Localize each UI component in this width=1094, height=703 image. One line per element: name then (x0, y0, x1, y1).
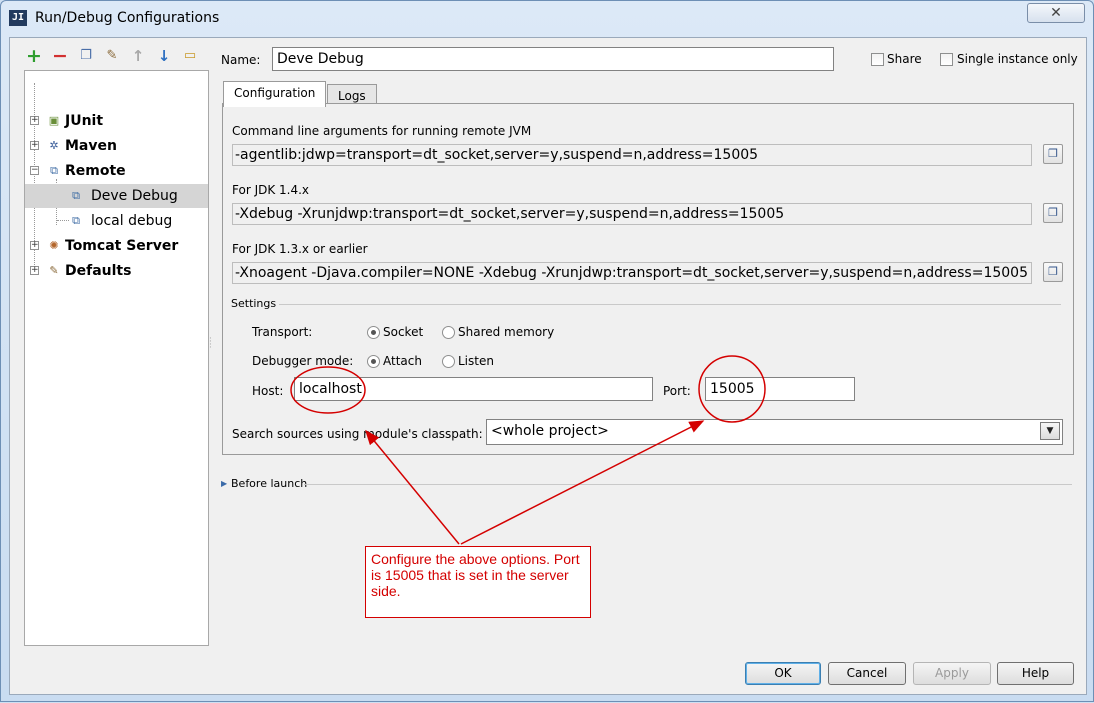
single-instance-checkbox[interactable] (940, 53, 953, 66)
copy-icon[interactable]: ❐ (76, 46, 96, 66)
tree-item-label: Remote (65, 163, 126, 179)
tree-item-label: local debug (91, 213, 173, 229)
settings-label: Settings (231, 297, 277, 310)
tree-item-label: Deve Debug (91, 188, 178, 204)
maven-gear-icon: ✲ (49, 139, 59, 152)
jdk13-field[interactable]: -Xnoagent -Djava.compiler=NONE -Xdebug -… (232, 262, 1032, 284)
splitter-handle[interactable]: · · · · (209, 335, 213, 353)
folder-icon[interactable]: ▭ (180, 46, 200, 66)
intellij-app-icon: JI (9, 10, 27, 26)
tree-item-deve-debug[interactable]: ⧉ Deve Debug (25, 184, 208, 208)
help-button[interactable]: Help (997, 662, 1074, 685)
dialog-client: + − ❐ ✎ ↑ ↓ ▭ + ▣ JUnit + ✲ Maven − ⧉ Re… (9, 37, 1087, 695)
expand-arrow-icon[interactable]: ▶ (221, 479, 227, 488)
wrench-icon: ✎ (49, 264, 59, 277)
jdk14-label: For JDK 1.4.x (232, 183, 310, 197)
name-input[interactable]: Deve Debug (272, 47, 834, 71)
jdk13-label: For JDK 1.3.x or earlier (232, 242, 368, 256)
remote-config-icon: ⧉ (72, 214, 80, 227)
host-label: Host: (252, 384, 284, 398)
copy-icon[interactable]: ❐ (1043, 262, 1063, 282)
tree-item-maven[interactable]: + ✲ Maven (25, 134, 208, 158)
chevron-down-icon[interactable]: ▼ (1040, 422, 1060, 440)
debugger-mode-label: Debugger mode: (252, 354, 354, 368)
host-input[interactable]: localhost (294, 377, 653, 401)
expand-icon[interactable]: + (30, 141, 39, 150)
transport-socket-radio[interactable] (367, 326, 380, 339)
add-icon[interactable]: + (24, 46, 44, 66)
tab-configuration[interactable]: Configuration (223, 81, 327, 107)
transport-socket-label: Socket (383, 325, 424, 339)
tree-item-local-debug[interactable]: ⧉ local debug (25, 209, 208, 233)
remote-icon: ⧉ (50, 164, 58, 177)
settings-separator (279, 304, 1061, 305)
before-launch-label[interactable]: Before launch (231, 477, 307, 490)
classpath-select[interactable]: <whole project> ▼ (486, 419, 1063, 445)
dialog-window: JI Run/Debug Configurations ✕ + − ❐ ✎ ↑ … (0, 0, 1094, 702)
expand-icon[interactable]: + (30, 241, 39, 250)
expand-icon[interactable]: + (30, 116, 39, 125)
title-bar: JI Run/Debug Configurations ✕ (1, 1, 1093, 37)
tree-item-defaults[interactable]: + ✎ Defaults (25, 259, 208, 283)
configuration-tree[interactable]: + ▣ JUnit + ✲ Maven − ⧉ Remote ⧉ Deve De… (24, 70, 209, 646)
cancel-button[interactable]: Cancel (828, 662, 906, 685)
window-title: Run/Debug Configurations (35, 10, 220, 26)
close-button[interactable]: ✕ (1027, 3, 1085, 23)
collapse-icon[interactable]: − (30, 166, 39, 175)
cmdline-field[interactable]: -agentlib:jdwp=transport=dt_socket,serve… (232, 144, 1032, 166)
copy-icon[interactable]: ❐ (1043, 203, 1063, 223)
configuration-panel: Command line arguments for running remot… (222, 103, 1074, 455)
share-checkbox[interactable] (871, 53, 884, 66)
single-instance-label: Single instance only (957, 52, 1078, 66)
annotation-callout: Configure the above options. Port is 150… (365, 546, 591, 618)
name-label: Name: (221, 53, 261, 67)
tree-item-remote[interactable]: − ⧉ Remote (25, 159, 208, 183)
tree-item-junit[interactable]: + ▣ JUnit (25, 109, 208, 133)
tree-item-tomcat-server[interactable]: + ✺ Tomcat Server (25, 234, 208, 258)
remove-icon[interactable]: − (50, 46, 70, 66)
transport-label: Transport: (252, 325, 313, 339)
classpath-label: Search sources using module's classpath: (232, 427, 483, 441)
debugger-mode-listen-radio[interactable] (442, 355, 455, 368)
jdk14-field[interactable]: -Xdebug -Xrunjdwp:transport=dt_socket,se… (232, 203, 1032, 225)
debugger-mode-listen-label: Listen (458, 354, 494, 368)
classpath-selected-value: <whole project> (491, 423, 609, 439)
port-label: Port: (663, 384, 691, 398)
tree-item-label: Defaults (65, 263, 132, 279)
remote-config-icon: ⧉ (72, 189, 80, 202)
debugger-mode-attach-radio[interactable] (367, 355, 380, 368)
ok-button[interactable]: OK (745, 662, 821, 685)
arrow-down-icon[interactable]: ↓ (154, 46, 174, 66)
wrench-icon[interactable]: ✎ (102, 46, 122, 66)
tree-item-label: Tomcat Server (65, 238, 179, 254)
tree-toolbar: + − ❐ ✎ ↑ ↓ ▭ (24, 46, 200, 66)
port-input[interactable]: 15005 (705, 377, 855, 401)
transport-shared-memory-radio[interactable] (442, 326, 455, 339)
arrow-up-icon[interactable]: ↑ (128, 46, 148, 66)
tomcat-icon: ✺ (49, 239, 59, 252)
before-launch-separator (304, 484, 1072, 485)
expand-icon[interactable]: + (30, 266, 39, 275)
share-label: Share (887, 52, 922, 66)
copy-icon[interactable]: ❐ (1043, 144, 1063, 164)
cmdline-label: Command line arguments for running remot… (232, 124, 532, 138)
junit-icon: ▣ (48, 114, 60, 127)
apply-button[interactable]: Apply (913, 662, 991, 685)
tree-item-label: JUnit (65, 113, 104, 129)
transport-shared-memory-label: Shared memory (458, 325, 555, 339)
tree-item-label: Maven (65, 138, 117, 154)
debugger-mode-attach-label: Attach (383, 354, 422, 368)
